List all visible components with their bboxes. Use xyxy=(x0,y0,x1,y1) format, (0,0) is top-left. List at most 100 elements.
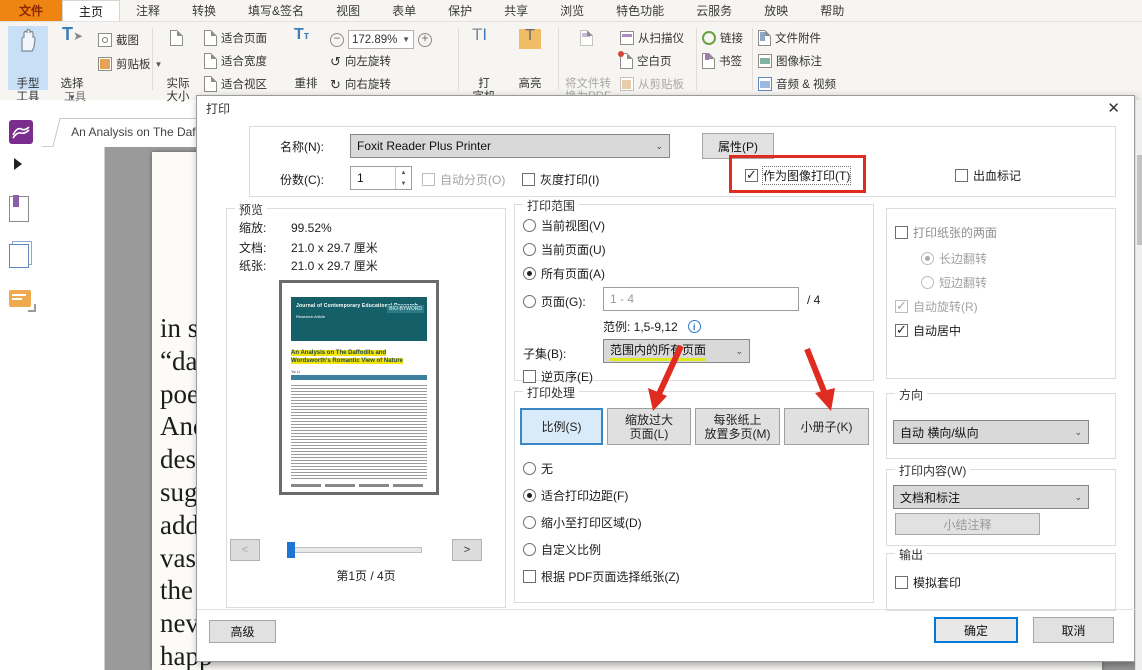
next-page-button[interactable]: > xyxy=(452,539,482,561)
expand-panel-icon[interactable] xyxy=(14,158,22,170)
scrollbar-thumb[interactable] xyxy=(1137,155,1142,245)
menu-convert[interactable]: 转换 xyxy=(176,0,232,21)
shrink-to-area-radio[interactable]: 缩小至打印区域(D) xyxy=(523,514,642,531)
vertical-scrollbar[interactable] xyxy=(1135,100,1142,670)
menu-protect[interactable]: 保护 xyxy=(432,0,488,21)
previous-page-button[interactable]: < xyxy=(230,539,260,561)
highlight-button[interactable]: T 高亮 xyxy=(510,26,550,90)
handling-tab-scale[interactable]: 比例(S) xyxy=(520,408,603,445)
menu-fill-sign[interactable]: 填写&签名 xyxy=(232,0,320,21)
fit-visible-button[interactable]: 适合视区 xyxy=(204,76,267,92)
spinner-arrows[interactable]: ▲▼ xyxy=(395,167,411,189)
select-tool-button[interactable]: T➤ 选择▼ xyxy=(52,26,92,90)
checkbox-icon xyxy=(523,370,536,383)
collate-checkbox[interactable]: 自动分页(O) xyxy=(422,171,505,188)
menu-help[interactable]: 帮助 xyxy=(804,0,860,21)
auto-center-checkbox[interactable]: 自动居中 xyxy=(895,322,961,339)
short-edge-radio[interactable]: 短边翻转 xyxy=(921,274,987,291)
reflow-button[interactable]: Tт 重排 xyxy=(286,26,326,90)
fit-width-icon xyxy=(204,53,217,69)
from-clipboard-button[interactable]: 从剪贴板 xyxy=(620,76,684,92)
pages-input[interactable]: 1 - 4 xyxy=(603,287,799,311)
document-tab[interactable]: An Analysis on The Daf... xyxy=(52,118,220,147)
rotate-left-button[interactable]: ↺向左旋转 xyxy=(330,53,391,69)
current-view-radio[interactable]: 当前视图(V) xyxy=(523,217,605,234)
zoom-in-icon[interactable]: + xyxy=(418,33,432,47)
scale-none-radio[interactable]: 无 xyxy=(523,460,553,477)
ok-button[interactable]: 确定 xyxy=(934,617,1018,643)
image-annotation-button[interactable]: 图像标注 xyxy=(758,53,822,69)
all-pages-radio[interactable]: 所有页面(A) xyxy=(523,265,605,282)
print-content-combobox[interactable]: 文档和标注⌄ xyxy=(893,485,1089,509)
custom-scale-radio[interactable]: 自定义比例 xyxy=(523,541,601,558)
menu-cloud[interactable]: 云服务 xyxy=(680,0,748,21)
actual-size-button[interactable]: 实际 大小 xyxy=(158,26,198,90)
zoom-level-combobox[interactable]: 172.89%▼ xyxy=(348,30,414,49)
bleed-marks-checkbox[interactable]: 出血标记 xyxy=(955,167,1021,184)
long-edge-radio[interactable]: 长边翻转 xyxy=(921,250,987,267)
link-button[interactable]: 链接 xyxy=(702,30,743,46)
copies-label: 份数(C): xyxy=(280,171,324,188)
typewriter-button[interactable]: TI 打 字机 xyxy=(464,26,504,90)
auto-rotate-checkbox[interactable]: 自动旋转(R) xyxy=(895,298,978,315)
convert-to-pdf-button[interactable]: 将文件转 换为PDF xyxy=(562,26,614,94)
menu-comment[interactable]: 注释 xyxy=(120,0,176,21)
paper-by-pdf-checkbox[interactable]: 根据 PDF页面选择纸张(Z) xyxy=(523,568,680,585)
close-icon[interactable]: ✕ xyxy=(1107,99,1120,117)
dialog-title: 打印 xyxy=(206,100,230,117)
hand-tool-button[interactable]: 手型 工具 xyxy=(8,26,48,90)
foxit-brush-icon[interactable] xyxy=(9,120,33,144)
snapshot-button[interactable]: 截图 xyxy=(98,32,139,48)
typewriter-icon: TI xyxy=(472,28,487,41)
print-range-group: 打印范围 当前视图(V) 当前页面(U) 所有页面(A) 页面(G): 1 - … xyxy=(514,204,874,381)
preview-zoom: 缩放:99.52% xyxy=(239,219,332,236)
simulate-overprint-checkbox[interactable]: 模拟套印 xyxy=(895,574,961,591)
pages-radio[interactable]: 页面(G): xyxy=(523,293,586,310)
pdf-file-icon xyxy=(580,30,593,46)
menu-features[interactable]: 特色功能 xyxy=(600,0,680,21)
current-page-radio[interactable]: 当前页面(U) xyxy=(523,241,606,258)
fit-width-button[interactable]: 适合宽度 xyxy=(204,53,267,69)
radio-disabled-icon xyxy=(921,252,934,265)
cancel-button[interactable]: 取消 xyxy=(1033,617,1114,643)
menu-share[interactable]: 共享 xyxy=(488,0,544,21)
navigation-pane xyxy=(42,147,105,670)
subset-combobox[interactable]: 范围内的所有页面⌄ xyxy=(603,339,750,363)
from-scanner-button[interactable]: 从扫描仪 xyxy=(620,30,684,46)
menu-file[interactable]: 文件 xyxy=(0,0,62,21)
zoom-out-icon[interactable]: − xyxy=(330,33,344,47)
page-slider-track[interactable] xyxy=(287,547,422,553)
comments-panel-icon[interactable] xyxy=(9,290,31,307)
checkbox-icon xyxy=(895,576,908,589)
grayscale-checkbox[interactable]: 灰度打印(I) xyxy=(522,171,599,188)
checkbox-icon xyxy=(895,226,908,239)
printer-name-combobox[interactable]: Foxit Reader Plus Printer⌄ xyxy=(350,134,670,158)
orientation-combobox[interactable]: 自动 横向/纵向⌄ xyxy=(893,420,1089,444)
menu-home[interactable]: 主页 xyxy=(62,0,120,21)
ribbon-separator xyxy=(558,28,559,90)
page-slider-thumb[interactable] xyxy=(287,542,295,558)
menu-form[interactable]: 表单 xyxy=(376,0,432,21)
summarize-comments-button[interactable]: 小结注释 xyxy=(895,513,1040,535)
menu-view[interactable]: 视图 xyxy=(320,0,376,21)
bookmarks-panel-icon[interactable] xyxy=(9,196,29,222)
blank-page-button[interactable]: 空白页 xyxy=(620,53,672,69)
fit-margins-radio[interactable]: 适合打印边距(F) xyxy=(523,487,628,504)
two-sided-checkbox[interactable]: 打印纸张的两面 xyxy=(895,224,997,241)
advanced-button[interactable]: 高级 xyxy=(209,620,276,643)
info-icon[interactable]: i xyxy=(688,320,701,333)
menu-browse[interactable]: 浏览 xyxy=(544,0,600,21)
menu-present[interactable]: 放映 xyxy=(748,0,804,21)
handling-tab-multiple-per-sheet[interactable]: 每张纸上 放置多页(M) xyxy=(695,408,780,445)
pages-panel-icon[interactable] xyxy=(9,244,29,268)
bookmark-button[interactable]: 书签 xyxy=(702,53,742,69)
copies-spinner[interactable]: 1 ▲▼ xyxy=(350,166,412,190)
fit-page-button[interactable]: 适合页面 xyxy=(204,30,267,46)
reverse-pages-checkbox[interactable]: 逆页序(E) xyxy=(523,368,593,385)
handling-tab-booklet[interactable]: 小册子(K) xyxy=(784,408,869,445)
checkbox-checked-icon xyxy=(895,324,908,337)
audio-video-button[interactable]: 音频 & 视频 xyxy=(758,76,836,92)
file-attachment-button[interactable]: 文件附件 xyxy=(758,30,821,46)
rotate-right-button[interactable]: ↻向右旋转 xyxy=(330,76,391,92)
handling-tab-shrink-oversized[interactable]: 缩放过大 页面(L) xyxy=(607,408,691,445)
